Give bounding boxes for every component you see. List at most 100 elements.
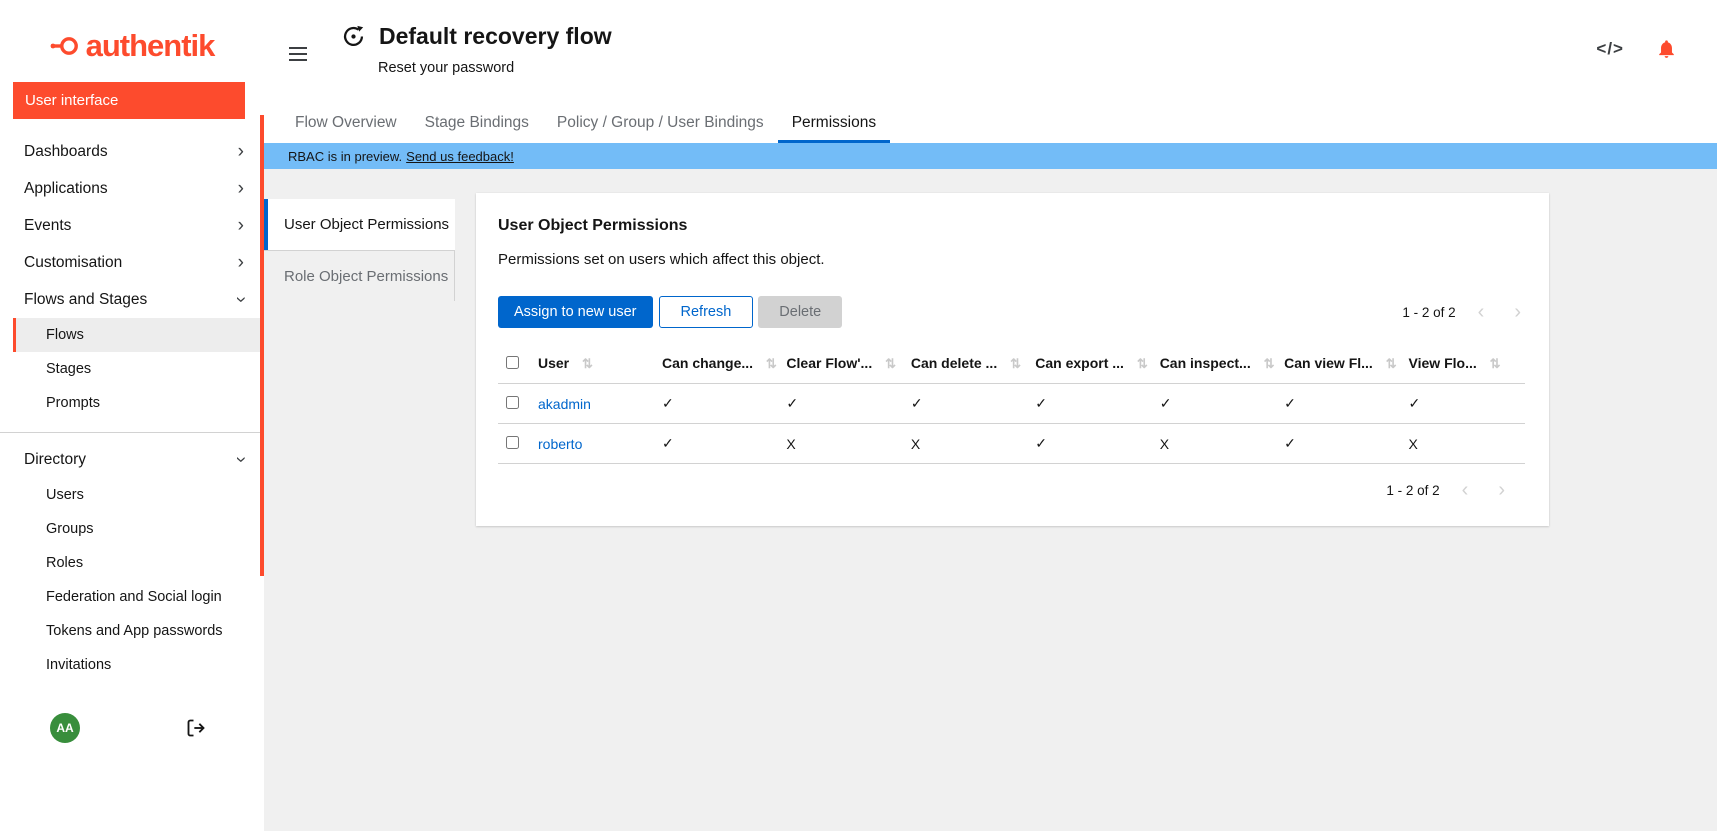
permission-cell: X	[1152, 424, 1276, 464]
card-title: User Object Permissions	[498, 217, 1525, 235]
column-label: Can view Fl...	[1284, 355, 1373, 371]
column-header-view-flow[interactable]: View Flo... ⇅	[1401, 344, 1525, 384]
authentik-logo[interactable]: authentik	[0, 0, 264, 82]
column-label: User	[538, 355, 569, 371]
user-cell: roberto	[530, 424, 654, 464]
user-link[interactable]: akadmin	[538, 396, 591, 412]
column-header-can-inspect[interactable]: Can inspect... ⇅	[1152, 344, 1276, 384]
permission-cell: ✓	[1027, 424, 1151, 464]
table-header-row: User ⇅ Can change... ⇅ Clear Flow'... ⇅	[498, 344, 1525, 384]
chevron-down-icon: ›	[231, 456, 250, 462]
sidebar-item-invitations[interactable]: Invitations	[13, 648, 264, 682]
sidebar-item-flows[interactable]: Flows	[13, 318, 264, 352]
card-description: Permissions set on users which affect th…	[498, 251, 1525, 268]
sign-out-icon	[186, 718, 206, 738]
sidebar-item-stages[interactable]: Stages	[13, 352, 264, 386]
tab-permissions[interactable]: Permissions	[778, 103, 890, 143]
permission-cell: ✓	[1276, 384, 1400, 424]
page-header: Default recovery flow Reset your passwor…	[264, 0, 1717, 103]
sort-icon: ⇅	[1137, 356, 1148, 371]
user-object-permissions-card: User Object Permissions Permissions set …	[476, 193, 1549, 526]
sidebar-item-label: Flows and Stages	[24, 291, 147, 309]
sort-icon: ⇅	[766, 356, 777, 371]
api-code-icon[interactable]: </>	[1596, 39, 1624, 59]
pagination-next-button[interactable]: ›	[1494, 480, 1509, 500]
banner-text: RBAC is in preview.	[288, 149, 402, 164]
delete-button[interactable]: Delete	[758, 296, 842, 328]
tab-stage-bindings[interactable]: Stage Bindings	[411, 103, 543, 143]
column-header-can-view[interactable]: Can view Fl... ⇅	[1276, 344, 1400, 384]
subnav-user-object-permissions[interactable]: User Object Permissions	[264, 199, 455, 250]
sidebar-item-dashboards[interactable]: Dashboards ›	[0, 133, 264, 170]
sidebar-item-applications[interactable]: Applications ›	[0, 170, 264, 207]
user-link[interactable]: roberto	[538, 436, 582, 452]
user-cell: akadmin	[530, 384, 654, 424]
pagination-prev-button[interactable]: ‹	[1474, 302, 1489, 322]
sidebar-item-label: Events	[24, 217, 71, 235]
column-header-can-delete[interactable]: Can delete ... ⇅	[903, 344, 1027, 384]
table-row: roberto ✓ X X ✓ X ✓ X	[498, 424, 1525, 464]
sidebar-item-user-interface[interactable]: User interface	[13, 82, 245, 119]
permission-cell: ✓	[1152, 384, 1276, 424]
title-block: Default recovery flow Reset your passwor…	[340, 23, 612, 76]
sidebar-item-label: Stages	[46, 361, 91, 377]
column-header-user[interactable]: User ⇅	[530, 344, 654, 384]
sidebar-item-label: Tokens and App passwords	[46, 623, 223, 639]
sidebar-item-events[interactable]: Events ›	[0, 207, 264, 244]
content-area: User Object Permissions Role Object Perm…	[264, 169, 1717, 831]
sidebar-item-roles[interactable]: Roles	[13, 546, 264, 580]
sidebar-item-label: Directory	[24, 451, 86, 469]
sidebar-item-tokens[interactable]: Tokens and App passwords	[13, 614, 264, 648]
assign-to-new-user-button[interactable]: Assign to new user	[498, 296, 653, 328]
feedback-link[interactable]: Send us feedback!	[406, 149, 514, 164]
sidebar-item-customisation[interactable]: Customisation ›	[0, 244, 264, 281]
subnav-role-object-permissions[interactable]: Role Object Permissions	[264, 250, 455, 301]
sidebar-item-flows-and-stages[interactable]: Flows and Stages ›	[0, 281, 264, 318]
active-section-indicator	[260, 115, 264, 576]
sort-icon: ⇅	[1010, 356, 1021, 371]
sidebar-item-label: Users	[46, 487, 84, 503]
tab-policy-group-user-bindings[interactable]: Policy / Group / User Bindings	[543, 103, 778, 143]
sort-icon: ⇅	[1264, 356, 1275, 371]
refresh-button[interactable]: Refresh	[659, 296, 754, 328]
authentik-logo-text: authentik	[86, 28, 215, 64]
sidebar-item-directory[interactable]: Directory ›	[0, 441, 264, 478]
tab-flow-overview[interactable]: Flow Overview	[281, 103, 411, 143]
select-all-checkbox[interactable]	[506, 356, 519, 369]
permission-cell: X	[778, 424, 902, 464]
column-label: Clear Flow'...	[786, 355, 872, 371]
sidebar-item-label: Roles	[46, 555, 83, 571]
pagination-top: 1 - 2 of 2 ‹ ›	[1402, 302, 1525, 322]
chevron-down-icon: ›	[231, 296, 250, 302]
page-title: Default recovery flow	[379, 23, 612, 50]
sidebar-item-label: Federation and Social login	[46, 589, 222, 605]
sidebar-item-federation[interactable]: Federation and Social login	[13, 580, 264, 614]
pagination-prev-button[interactable]: ‹	[1458, 480, 1473, 500]
notifications-button[interactable]	[1656, 38, 1677, 60]
hamburger-menu-button[interactable]	[289, 43, 307, 65]
permission-cell: ✓	[1276, 424, 1400, 464]
pagination-next-button[interactable]: ›	[1510, 302, 1525, 322]
row-checkbox[interactable]	[506, 396, 519, 409]
column-header-can-export[interactable]: Can export ... ⇅	[1027, 344, 1151, 384]
sidebar-nav: Dashboards › Applications › Events › Cus…	[0, 133, 264, 682]
row-select-cell	[498, 424, 530, 464]
permission-cell: ✓	[654, 424, 778, 464]
avatar[interactable]: AA	[50, 713, 80, 743]
sidebar-item-label: Applications	[24, 180, 108, 198]
column-label: Can inspect...	[1160, 355, 1251, 371]
logout-button[interactable]	[186, 718, 206, 738]
row-checkbox[interactable]	[506, 436, 519, 449]
page-subtitle: Reset your password	[378, 60, 612, 76]
sort-icon: ⇅	[582, 356, 593, 371]
permissions-subnav: User Object Permissions Role Object Perm…	[264, 199, 455, 301]
pagination-summary: 1 - 2 of 2	[1386, 483, 1439, 498]
column-header-can-change[interactable]: Can change... ⇅	[654, 344, 778, 384]
column-header-clear-flow[interactable]: Clear Flow'... ⇅	[778, 344, 902, 384]
sidebar-item-users[interactable]: Users	[13, 478, 264, 512]
sidebar-item-groups[interactable]: Groups	[13, 512, 264, 546]
sidebar-item-label: Groups	[46, 521, 94, 537]
permission-cell: ✓	[778, 384, 902, 424]
nav-divider	[0, 432, 264, 433]
sidebar-item-prompts[interactable]: Prompts	[13, 386, 264, 420]
